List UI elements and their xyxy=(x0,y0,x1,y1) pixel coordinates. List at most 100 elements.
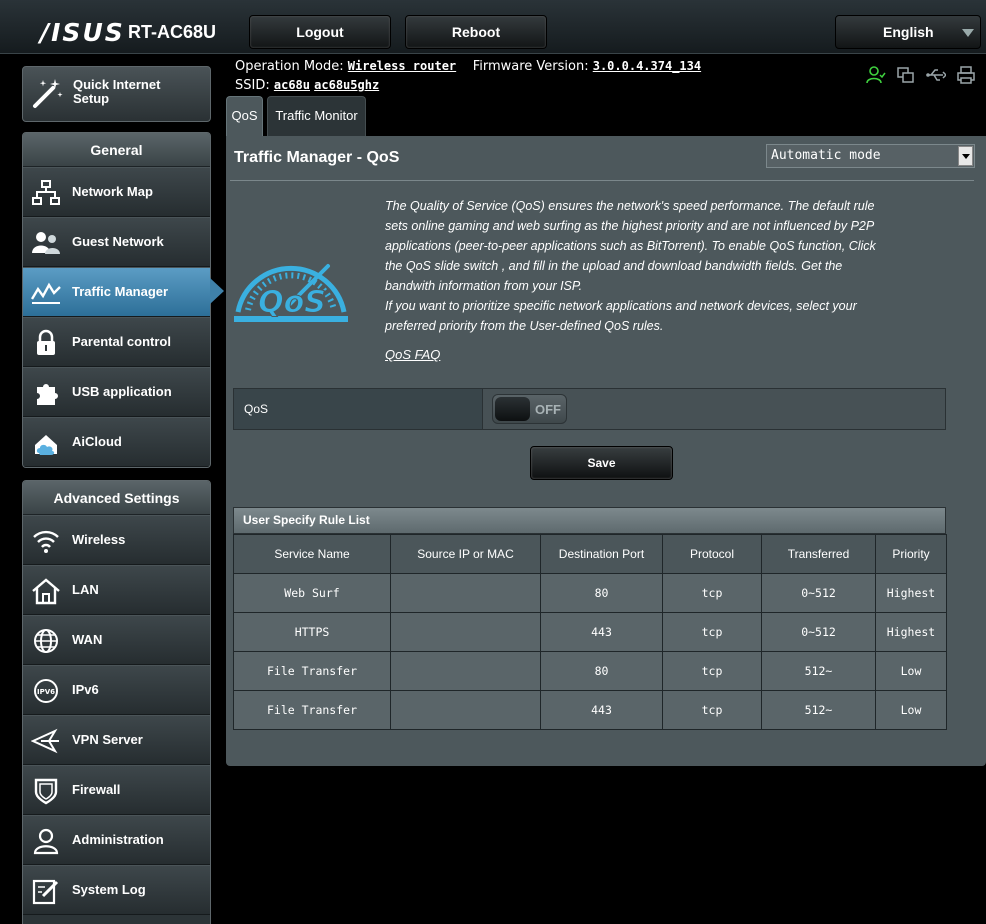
table-cell: tcp xyxy=(662,690,762,730)
sidebar-item-label: IPv6 xyxy=(72,682,99,697)
table-cell: tcp xyxy=(662,651,762,691)
model-name: RT-AC68U xyxy=(128,22,217,42)
qos-toggle-switch[interactable]: OFF xyxy=(492,394,567,424)
qos-logo-text: QoS xyxy=(258,285,326,320)
table-cell: 80 xyxy=(540,573,663,613)
operation-mode-link[interactable]: Wireless router xyxy=(348,59,456,73)
table-cell xyxy=(390,651,541,691)
copy-icon[interactable] xyxy=(896,66,916,84)
table-cell: HTTPS xyxy=(233,612,391,652)
qos-faq-link[interactable]: QoS FAQ xyxy=(385,347,440,362)
sidebar-item-guest-network[interactable]: Guest Network xyxy=(23,217,210,267)
sidebar-item-network-map[interactable]: Network Map xyxy=(23,167,210,217)
aicloud-icon xyxy=(35,435,57,455)
sidebar-item-usb-application[interactable]: USB application xyxy=(23,367,210,417)
sidebar-item-wan[interactable]: WAN xyxy=(23,615,210,665)
toggle-state: OFF xyxy=(535,402,561,417)
vpn-server-icon xyxy=(31,728,59,754)
ssid-link-24ghz[interactable]: ac68u xyxy=(274,78,310,92)
sidebar-item-ipv6[interactable]: IPV6 IPv6 xyxy=(23,665,210,715)
sidebar-item-label: Administration xyxy=(72,832,164,847)
tab-qos[interactable]: QoS xyxy=(226,96,263,136)
language-select[interactable]: English xyxy=(835,15,981,49)
save-button[interactable]: Save xyxy=(530,446,673,480)
tab-traffic-monitor[interactable]: Traffic Monitor xyxy=(267,96,366,136)
firewall-shield-icon xyxy=(34,778,58,805)
sidebar-item-vpn-server[interactable]: VPN Server xyxy=(23,715,210,765)
toggle-knob xyxy=(495,397,530,421)
main-panel: Traffic Manager - QoS Automatic mode QoS… xyxy=(226,136,986,766)
table-row: Web Surf 80 tcp 0~512 Highest xyxy=(233,573,947,613)
quick-internet-setup-button[interactable]: Quick Internet Setup xyxy=(22,66,211,122)
sidebar-item-label: VPN Server xyxy=(72,732,143,747)
sidebar-item-parental-control[interactable]: Parental control xyxy=(23,317,210,367)
device-info: Operation Mode: Wireless router Firmware… xyxy=(235,57,701,95)
wan-globe-icon xyxy=(34,629,58,653)
sidebar-item-administration[interactable]: Administration xyxy=(23,815,210,865)
sidebar-item-wireless[interactable]: Wireless xyxy=(23,515,210,565)
logout-button[interactable]: Logout xyxy=(249,15,391,49)
table-cell: Low xyxy=(875,651,947,691)
chevron-down-icon xyxy=(962,29,974,37)
sidebar-item-lan[interactable]: LAN xyxy=(23,565,210,615)
general-menu-title: General xyxy=(23,133,210,167)
sidebar-item-label: AiCloud xyxy=(72,434,122,449)
printer-icon[interactable] xyxy=(956,66,976,84)
table-row: File Transfer 80 tcp 512~ Low xyxy=(233,651,947,691)
qos-mode-value: Automatic mode xyxy=(771,148,881,163)
page-title: Traffic Manager - QoS xyxy=(234,149,400,166)
table-cell xyxy=(390,573,541,613)
table-cell: tcp xyxy=(662,573,762,613)
column-header: Priority xyxy=(875,534,947,574)
table-cell: 0~512 xyxy=(761,573,876,613)
divider xyxy=(230,180,974,181)
parental-control-icon xyxy=(37,329,55,355)
sidebar-item-firewall[interactable]: Firewall xyxy=(23,765,210,815)
column-header: Protocol xyxy=(662,534,762,574)
column-header: Transferred xyxy=(761,534,876,574)
table-row: HTTPS 443 tcp 0~512 Highest xyxy=(233,612,947,652)
table-header-row: Service Name Source IP or MAC Destinatio… xyxy=(233,534,947,574)
ssid-link-5ghz[interactable]: ac68u5ghz xyxy=(314,78,379,92)
table-cell: 512~ xyxy=(761,690,876,730)
table-cell: tcp xyxy=(662,612,762,652)
network-map-icon xyxy=(32,180,60,205)
firmware-link[interactable]: 3.0.0.4.374_134 xyxy=(593,59,701,73)
table-cell: 443 xyxy=(540,690,663,730)
qos-label-cell: QoS xyxy=(234,389,483,429)
sidebar-item-label: Firewall xyxy=(72,782,121,797)
rule-table: Service Name Source IP or MAC Destinatio… xyxy=(233,534,947,730)
column-header: Service Name xyxy=(233,534,391,574)
wireless-icon xyxy=(33,530,59,553)
advanced-settings-title: Advanced Settings xyxy=(23,481,210,515)
table-cell: Low xyxy=(875,690,947,730)
sidebar-item-aicloud[interactable]: AiCloud xyxy=(23,417,210,467)
ipv6-icon: IPV6 xyxy=(34,679,58,703)
table-cell: File Transfer xyxy=(233,651,391,691)
asus-logo: /ISUS xyxy=(40,18,125,47)
table-cell: Highest xyxy=(875,573,947,613)
active-item-pointer xyxy=(210,278,224,304)
table-cell: 0~512 xyxy=(761,612,876,652)
table-row: File Transfer 443 tcp 512~ Low xyxy=(233,690,947,730)
sidebar-item-system-log[interactable]: System Log xyxy=(23,865,210,915)
table-cell: File Transfer xyxy=(233,690,391,730)
table-cell xyxy=(390,612,541,652)
table-cell: 443 xyxy=(540,612,663,652)
sidebar-item-label: Traffic Manager xyxy=(72,284,169,299)
operation-mode-label: Operation Mode: xyxy=(235,59,344,74)
advanced-settings-menu: Advanced Settings Wireless LAN WAN IPV6 … xyxy=(22,480,211,924)
usb-icon[interactable] xyxy=(926,66,946,84)
system-log-icon xyxy=(32,879,59,905)
firmware-label: Firmware Version: xyxy=(472,59,589,74)
column-header: Source IP or MAC xyxy=(390,534,541,574)
sidebar-item-traffic-manager[interactable]: Traffic Manager xyxy=(23,267,210,317)
top-banner: /ISUS RT-AC68U Logout Reboot English xyxy=(0,0,986,54)
user-icon[interactable] xyxy=(866,66,886,84)
column-header: Destination Port xyxy=(540,534,663,574)
magic-wand-icon xyxy=(33,79,63,108)
sidebar-item-label: Network Map xyxy=(72,184,153,199)
qos-mode-select[interactable]: Automatic mode xyxy=(766,144,975,168)
language-value: English xyxy=(883,24,934,40)
reboot-button[interactable]: Reboot xyxy=(405,15,547,49)
